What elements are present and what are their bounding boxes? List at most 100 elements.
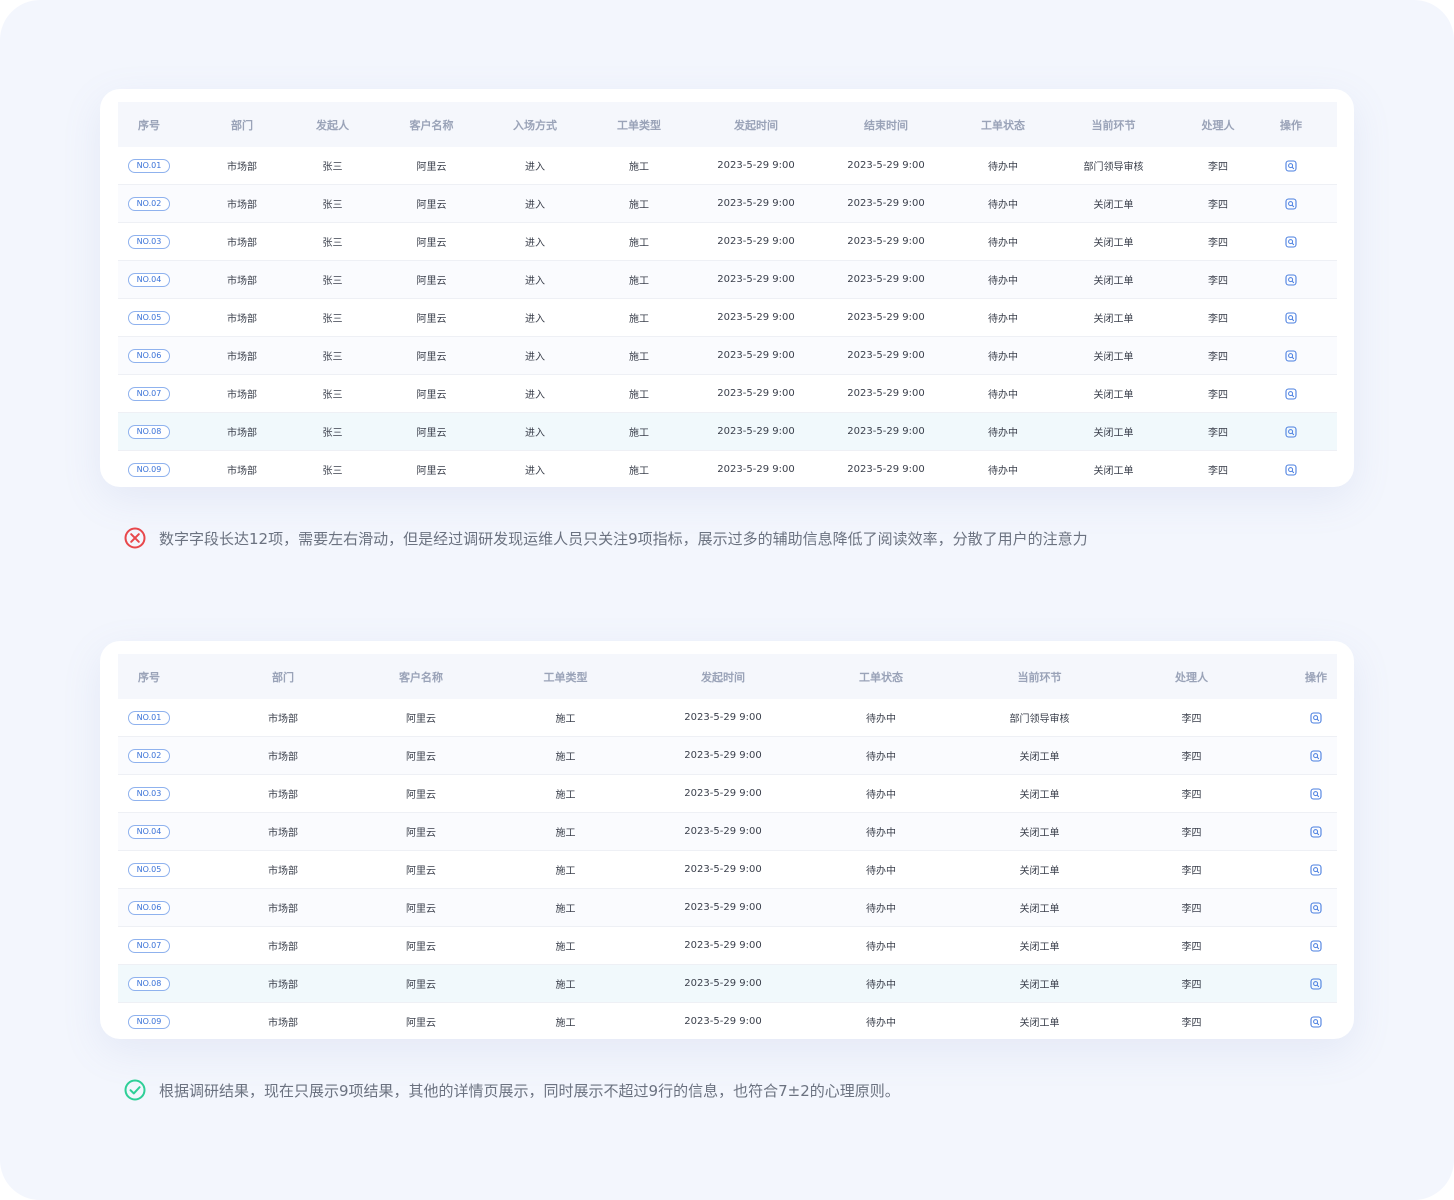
cell-customer: 阿里云 xyxy=(386,850,456,889)
table-row[interactable]: NO.02 市场部 张三 阿里云 进入 施工 2023-5-29 9:00 2023-5-29… xyxy=(118,184,1337,223)
col-header-no[interactable]: 序号 xyxy=(118,654,180,699)
col-header-action: 操作 xyxy=(1245,102,1337,147)
table-row[interactable]: NO.08 市场部 张三 阿里云 进入 施工 2023-5-29 9:00 2023-5-29… xyxy=(118,412,1337,451)
cell-customer: 阿里云 xyxy=(361,147,502,185)
view-detail-icon[interactable] xyxy=(1310,787,1322,800)
cell-action[interactable] xyxy=(1245,336,1337,375)
cell-no: NO.09 xyxy=(118,1003,180,1041)
cell-handler: 李四 xyxy=(1088,850,1295,889)
table-row[interactable]: NO.04 市场部 张三 阿里云 进入 施工 2023-5-29 9:00 2023-5-29… xyxy=(118,260,1337,299)
view-detail-icon[interactable] xyxy=(1310,977,1322,990)
cell-action[interactable] xyxy=(1245,412,1337,451)
col-header-stage[interactable]: 当前环节 xyxy=(991,654,1088,699)
col-header-entry[interactable]: 入场方式 xyxy=(502,102,568,147)
cell-action[interactable] xyxy=(1295,964,1337,1003)
view-detail-icon[interactable] xyxy=(1285,235,1297,248)
col-header-dept[interactable]: 部门 xyxy=(180,102,304,147)
cell-customer: 阿里云 xyxy=(361,184,502,223)
cell-type: 施工 xyxy=(456,699,675,737)
col-header-start[interactable]: 发起时间 xyxy=(675,654,771,699)
col-header-handler[interactable]: 处理人 xyxy=(1191,102,1245,147)
cell-start: 2023-5-29 9:00 xyxy=(675,926,771,965)
view-detail-icon[interactable] xyxy=(1310,749,1322,762)
view-detail-icon[interactable] xyxy=(1285,273,1297,286)
col-header-customer[interactable]: 客户名称 xyxy=(386,654,456,699)
view-detail-icon[interactable] xyxy=(1285,387,1297,400)
table-row[interactable]: NO.09 市场部 张三 阿里云 进入 施工 2023-5-29 9:00 2023-5-29… xyxy=(118,451,1337,489)
table-row[interactable]: NO.02 市场部 阿里云 施工 2023-5-29 9:00 待办中 关闭工单 李四 xyxy=(118,736,1337,775)
cell-dept: 市场部 xyxy=(180,184,304,223)
cell-type: 施工 xyxy=(568,260,710,299)
cell-dept: 市场部 xyxy=(268,1018,298,1029)
view-detail-icon[interactable] xyxy=(1285,197,1297,210)
view-detail-icon[interactable] xyxy=(1310,825,1322,838)
col-header-dept[interactable]: 部门 xyxy=(180,654,386,699)
col-header-end[interactable]: 结束时间 xyxy=(802,102,970,147)
view-detail-icon[interactable] xyxy=(1285,425,1297,438)
col-header-type[interactable]: 工单类型 xyxy=(568,102,710,147)
view-detail-icon[interactable] xyxy=(1310,863,1322,876)
cell-initiator: 张三 xyxy=(304,374,361,413)
cell-start: 2023-5-29 9:00 xyxy=(675,850,771,889)
cell-action[interactable] xyxy=(1245,222,1337,261)
col-header-initiator[interactable]: 发起人 xyxy=(304,102,361,147)
note-positive: 根据调研结果，现在只展示9项结果，其他的详情页展示，同时展示不超过9行的信息，也… xyxy=(124,1078,900,1102)
col-header-type[interactable]: 工单类型 xyxy=(456,654,675,699)
cell-status: 待办中 xyxy=(771,964,991,1003)
view-detail-icon[interactable] xyxy=(1285,311,1297,324)
table-row[interactable]: NO.01 市场部 张三 阿里云 进入 施工 2023-5-29 9:00 2023-5-29… xyxy=(118,147,1337,185)
cell-action[interactable] xyxy=(1245,260,1337,299)
view-detail-icon[interactable] xyxy=(1310,1015,1322,1028)
table-row[interactable]: NO.09 市场部 阿里云 施工 2023-5-29 9:00 待办中 关闭工单 李四 xyxy=(118,1003,1337,1041)
view-detail-icon[interactable] xyxy=(1285,349,1297,362)
cell-stage: 关闭工单 xyxy=(991,774,1088,813)
view-detail-icon[interactable] xyxy=(1310,939,1322,952)
table-row[interactable]: NO.06 市场部 阿里云 施工 2023-5-29 9:00 待办中 关闭工单 李四 xyxy=(118,888,1337,927)
view-detail-icon[interactable] xyxy=(1310,711,1322,724)
table-row[interactable]: NO.08 市场部 阿里云 施工 2023-5-29 9:00 待办中 关闭工单 李四 xyxy=(118,964,1337,1003)
col-header-start[interactable]: 发起时间 xyxy=(710,102,802,147)
table-row[interactable]: NO.03 市场部 阿里云 施工 2023-5-29 9:00 待办中 关闭工单 李四 xyxy=(118,774,1337,813)
cell-status: 待办中 xyxy=(970,374,1036,413)
cell-customer: 阿里云 xyxy=(361,222,502,261)
table-row[interactable]: NO.05 市场部 张三 阿里云 进入 施工 2023-5-29 9:00 2023-5-29… xyxy=(118,298,1337,337)
cell-stage: 关闭工单 xyxy=(1036,298,1191,337)
cell-action[interactable] xyxy=(1295,926,1337,965)
cell-entry: 进入 xyxy=(502,298,568,337)
cell-action[interactable] xyxy=(1245,451,1337,489)
table-row[interactable]: NO.07 市场部 阿里云 施工 2023-5-29 9:00 待办中 关闭工单 李四 xyxy=(118,926,1337,965)
view-detail-icon[interactable] xyxy=(1285,463,1297,476)
cell-no: NO.02 xyxy=(118,736,180,775)
cell-status: 待办中 xyxy=(988,466,1018,477)
cell-action[interactable] xyxy=(1295,699,1337,737)
cell-action[interactable] xyxy=(1245,184,1337,223)
cell-action[interactable] xyxy=(1245,298,1337,337)
table-row[interactable]: NO.06 市场部 张三 阿里云 进入 施工 2023-5-29 9:00 2023-5-29… xyxy=(118,336,1337,375)
cell-customer: 阿里云 xyxy=(361,298,502,337)
col-header-handler[interactable]: 处理人 xyxy=(1088,654,1295,699)
col-header-no[interactable]: 序号 xyxy=(118,102,180,147)
cell-action[interactable] xyxy=(1295,1003,1337,1041)
cell-action[interactable] xyxy=(1245,147,1337,185)
col-header-status[interactable]: 工单状态 xyxy=(771,654,991,699)
cell-action[interactable] xyxy=(1245,374,1337,413)
col-header-stage[interactable]: 当前环节 xyxy=(1036,102,1191,147)
col-header-customer[interactable]: 客户名称 xyxy=(361,102,502,147)
cell-dept: 市场部 xyxy=(180,850,386,889)
cell-action[interactable] xyxy=(1295,736,1337,775)
table-row[interactable]: NO.03 市场部 张三 阿里云 进入 施工 2023-5-29 9:00 2023-5-29… xyxy=(118,222,1337,261)
cell-action[interactable] xyxy=(1295,774,1337,813)
cell-stage: 关闭工单 xyxy=(1036,336,1191,375)
table-row[interactable]: NO.05 市场部 阿里云 施工 2023-5-29 9:00 待办中 关闭工单 李四 xyxy=(118,850,1337,889)
cell-action[interactable] xyxy=(1295,812,1337,851)
view-detail-icon[interactable] xyxy=(1285,159,1297,172)
cell-no: NO.04 xyxy=(118,260,180,299)
view-detail-icon[interactable] xyxy=(1310,901,1322,914)
table-row[interactable]: NO.04 市场部 阿里云 施工 2023-5-29 9:00 待办中 关闭工单 李四 xyxy=(118,812,1337,851)
col-header-status[interactable]: 工单状态 xyxy=(970,102,1036,147)
cell-action[interactable] xyxy=(1295,888,1337,927)
table-row[interactable]: NO.01 市场部 阿里云 施工 2023-5-29 9:00 待办中 部门领导审核 李四 xyxy=(118,699,1337,737)
cell-type: 施工 xyxy=(456,774,675,813)
cell-action[interactable] xyxy=(1295,850,1337,889)
table-row[interactable]: NO.07 市场部 张三 阿里云 进入 施工 2023-5-29 9:00 2023-5-29… xyxy=(118,374,1337,413)
